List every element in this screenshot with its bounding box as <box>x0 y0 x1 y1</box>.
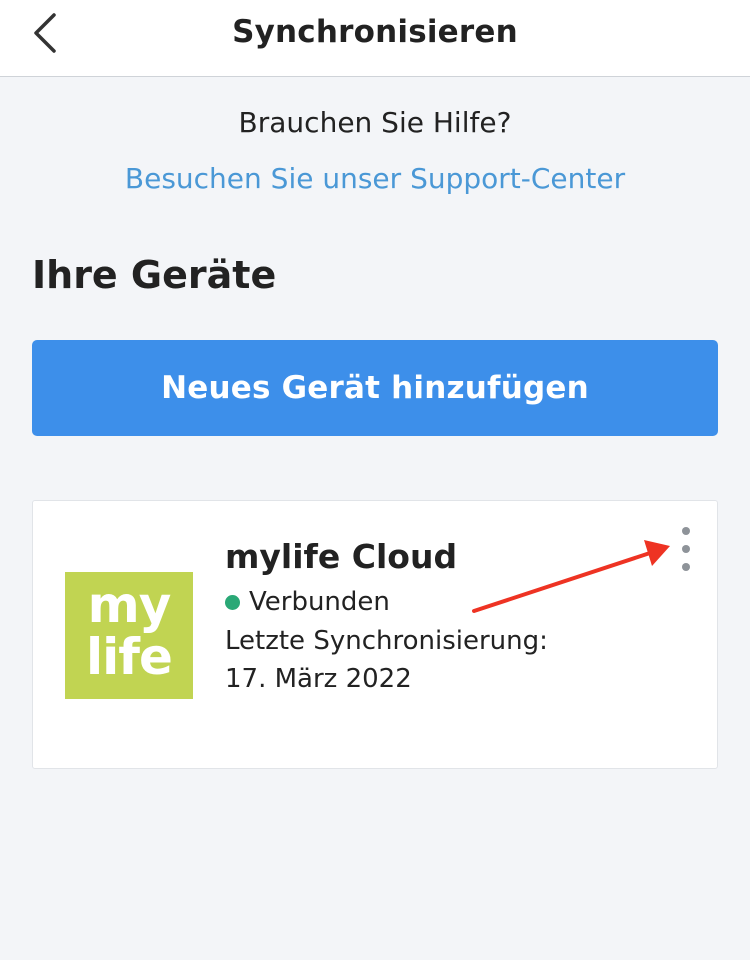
more-vertical-icon <box>682 545 690 553</box>
last-sync-date: 17. März 2022 <box>225 664 412 694</box>
logo-text-line1: my <box>87 576 172 634</box>
add-device-button[interactable]: Neues Gerät hinzufügen <box>32 340 718 436</box>
annotation-arrow <box>472 540 670 613</box>
status-text: Verbunden <box>249 587 390 617</box>
device-menu-button[interactable] <box>673 527 699 571</box>
mylife-logo: my life <box>65 572 193 699</box>
page-title: Synchronisieren <box>232 14 518 50</box>
device-name: mylife Cloud <box>225 537 458 576</box>
devices-section-title: Ihre Geräte <box>32 253 277 297</box>
logo-text-line2: life <box>86 628 173 686</box>
more-vertical-icon <box>682 563 690 571</box>
connection-status: Verbunden <box>225 587 390 617</box>
last-sync-label: Letzte Synchronisierung: <box>225 626 548 656</box>
help-question: Brauchen Sie Hilfe? <box>238 106 512 139</box>
top-bar: Synchronisieren <box>0 0 750 77</box>
device-card[interactable]: my life mylife Cloud Verbunden Letzte Sy… <box>32 500 718 769</box>
more-vertical-icon <box>682 527 690 535</box>
support-center-link[interactable]: Besuchen Sie unser Support-Center <box>0 162 750 195</box>
status-dot-icon <box>225 594 240 610</box>
